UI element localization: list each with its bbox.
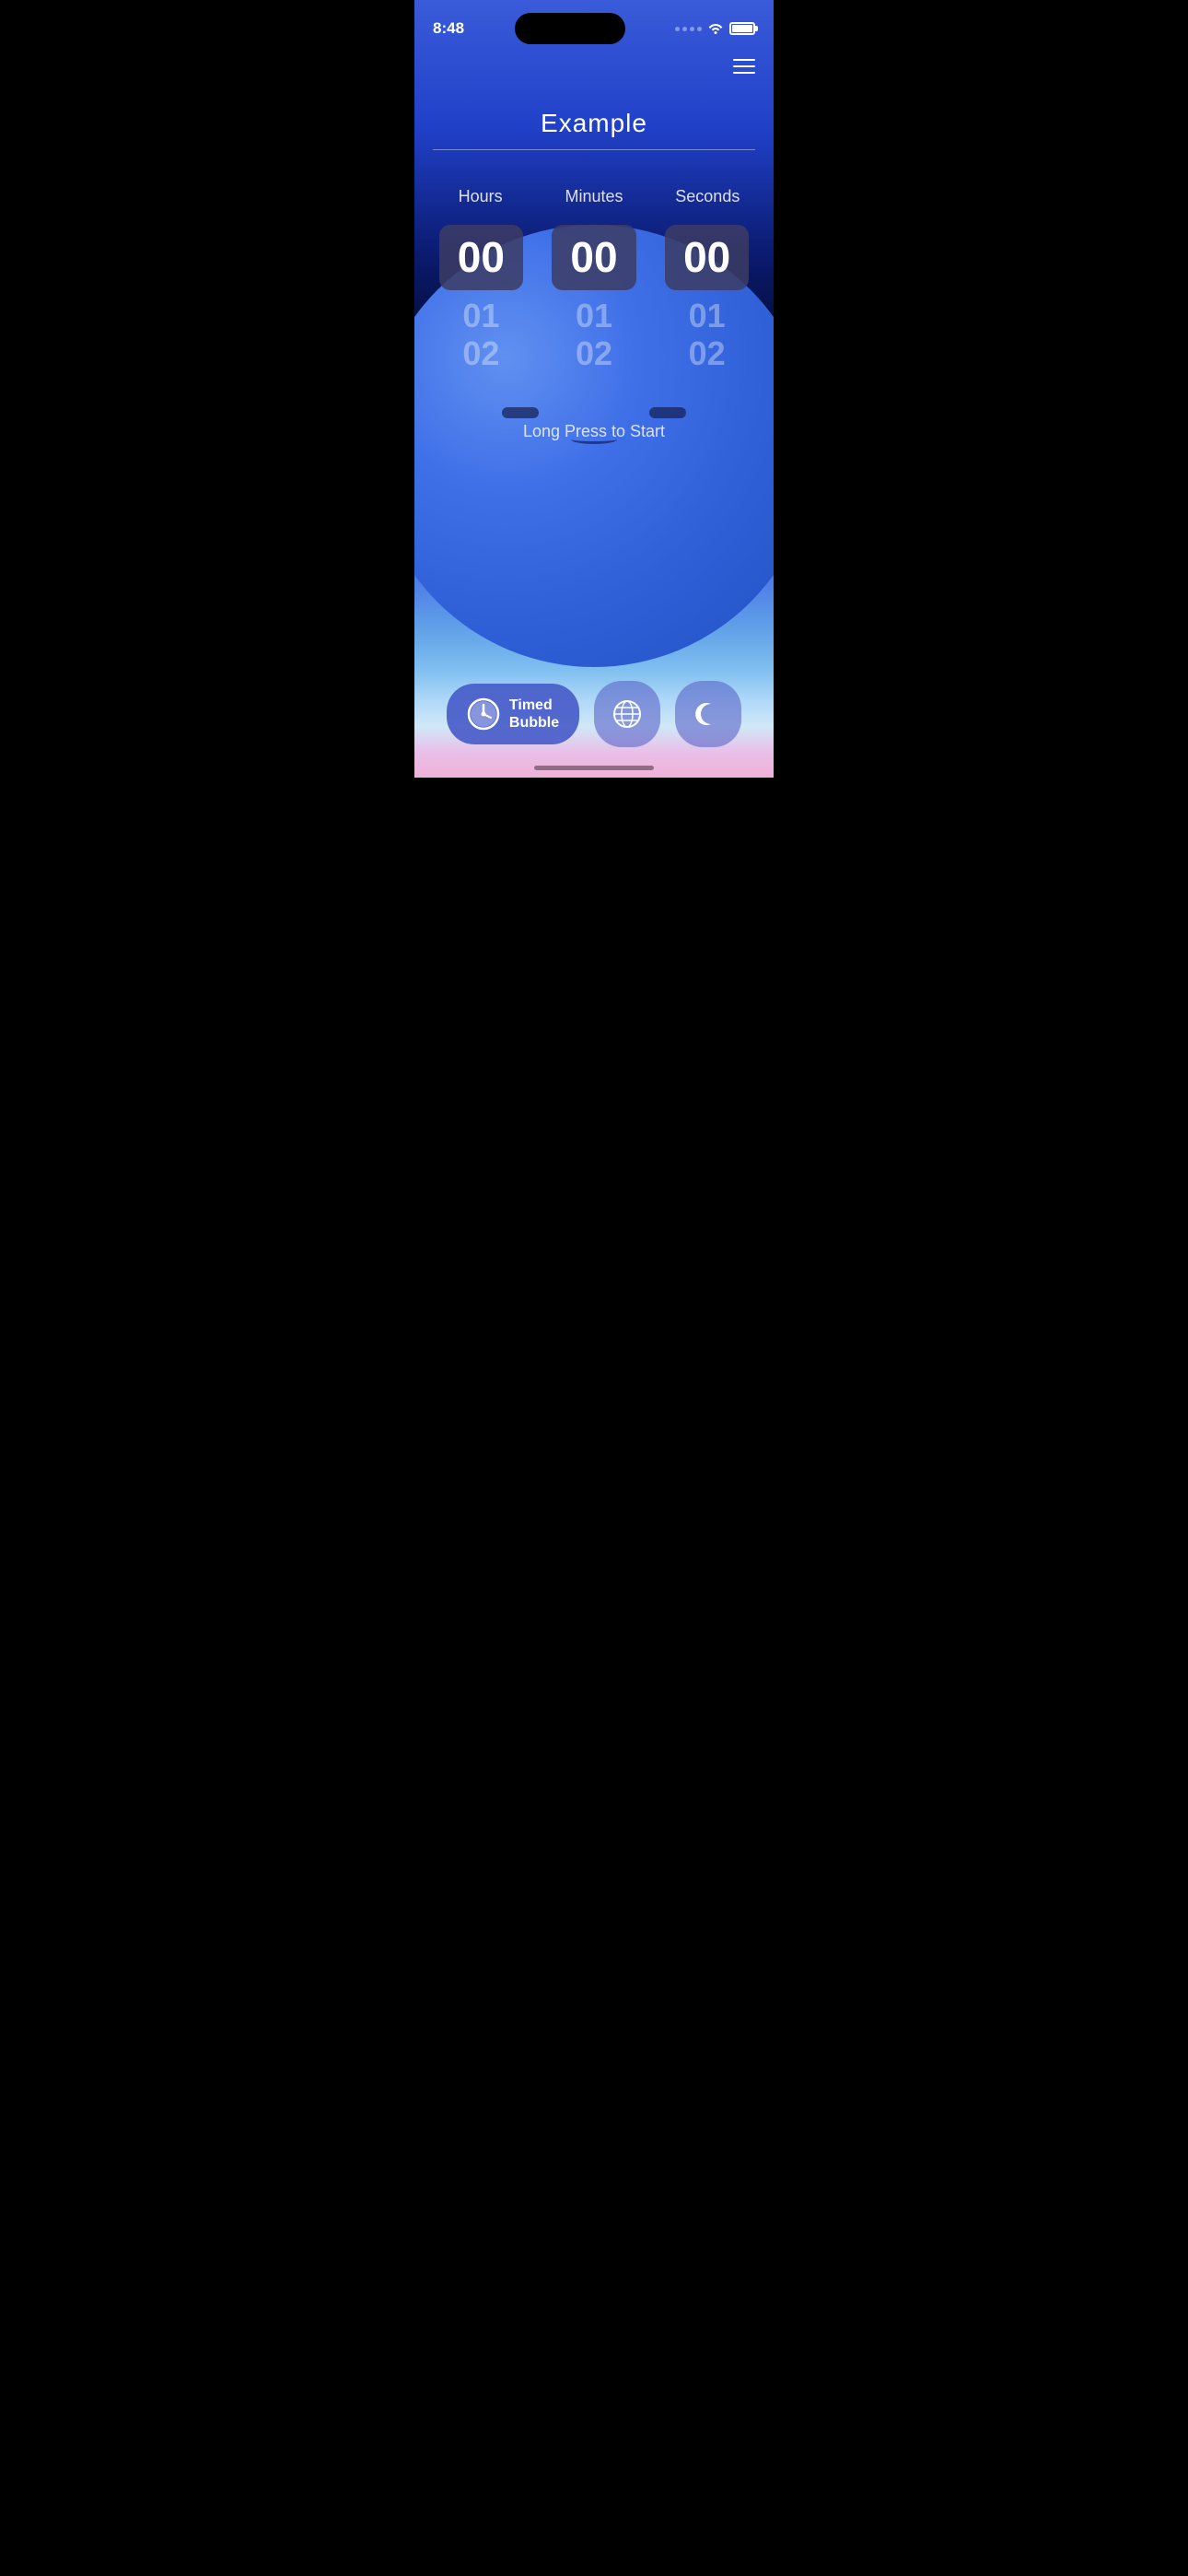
minutes-value: 00 — [570, 233, 617, 281]
menu-button[interactable] — [733, 59, 755, 74]
status-bar: 8:48 — [414, 0, 774, 52]
seconds-label: Seconds — [651, 187, 764, 206]
timed-bubble-label-group: Timed Bubble — [509, 697, 559, 732]
timed-bubble-label1: Timed — [509, 697, 553, 714]
seconds-picker[interactable]: 00 01 02 — [654, 225, 760, 376]
long-press-text: Long Press to Start — [523, 422, 665, 440]
hours-label: Hours — [424, 187, 537, 206]
signal-dot-2 — [682, 27, 687, 31]
tab-timed-bubble[interactable]: Timed Bubble — [447, 684, 579, 744]
signal-dot-4 — [697, 27, 702, 31]
globe-icon — [611, 697, 644, 731]
tab-bar: Timed Bubble — [414, 670, 774, 766]
signal-dot-3 — [690, 27, 694, 31]
timer-section: Hours Minutes Seconds 00 01 02 — [414, 169, 774, 376]
hours-picker[interactable]: 00 01 02 — [428, 225, 534, 376]
signal-dot-1 — [675, 27, 680, 31]
seconds-value: 00 — [683, 233, 730, 281]
tab-moon[interactable] — [675, 681, 741, 747]
timer-labels: Hours Minutes Seconds — [424, 187, 764, 206]
minutes-selected: 00 — [552, 225, 635, 290]
long-press-section[interactable]: Long Press to Start — [414, 376, 774, 460]
app-title: Example — [433, 109, 755, 138]
timed-bubble-icon — [467, 697, 500, 731]
timer-pickers: 00 01 02 00 01 02 — [424, 225, 764, 376]
menu-line-2 — [733, 65, 755, 67]
minutes-picker[interactable]: 00 01 02 — [542, 225, 647, 376]
minutes-below-2: 02 — [576, 335, 612, 372]
header — [414, 52, 774, 81]
hours-below: 01 02 — [462, 294, 499, 376]
seconds-below-1: 01 — [689, 298, 726, 334]
timed-bubble-label2: Bubble — [509, 714, 559, 732]
battery-icon — [729, 22, 755, 35]
seconds-below-2: 02 — [689, 335, 726, 372]
home-indicator — [414, 766, 774, 778]
title-section: Example — [414, 81, 774, 169]
status-icons — [675, 21, 755, 37]
hours-selected: 00 — [439, 225, 523, 290]
seconds-below: 01 02 — [689, 294, 726, 376]
signal-dots — [675, 27, 702, 31]
seconds-selected: 00 — [665, 225, 749, 290]
status-time: 8:48 — [433, 19, 464, 38]
menu-line-1 — [733, 59, 755, 61]
hours-value: 00 — [458, 233, 505, 281]
tab-globe[interactable] — [594, 681, 660, 747]
hours-below-1: 01 — [462, 298, 499, 334]
battery-fill — [732, 25, 752, 32]
hours-below-2: 02 — [462, 335, 499, 372]
minutes-label: Minutes — [537, 187, 650, 206]
minutes-below: 01 02 — [576, 294, 612, 376]
home-bar — [534, 766, 654, 770]
dynamic-island — [515, 13, 625, 44]
minutes-below-1: 01 — [576, 298, 612, 334]
menu-line-3 — [733, 72, 755, 74]
moon-icon — [692, 697, 725, 731]
title-divider — [433, 149, 755, 150]
wifi-icon — [707, 21, 724, 37]
